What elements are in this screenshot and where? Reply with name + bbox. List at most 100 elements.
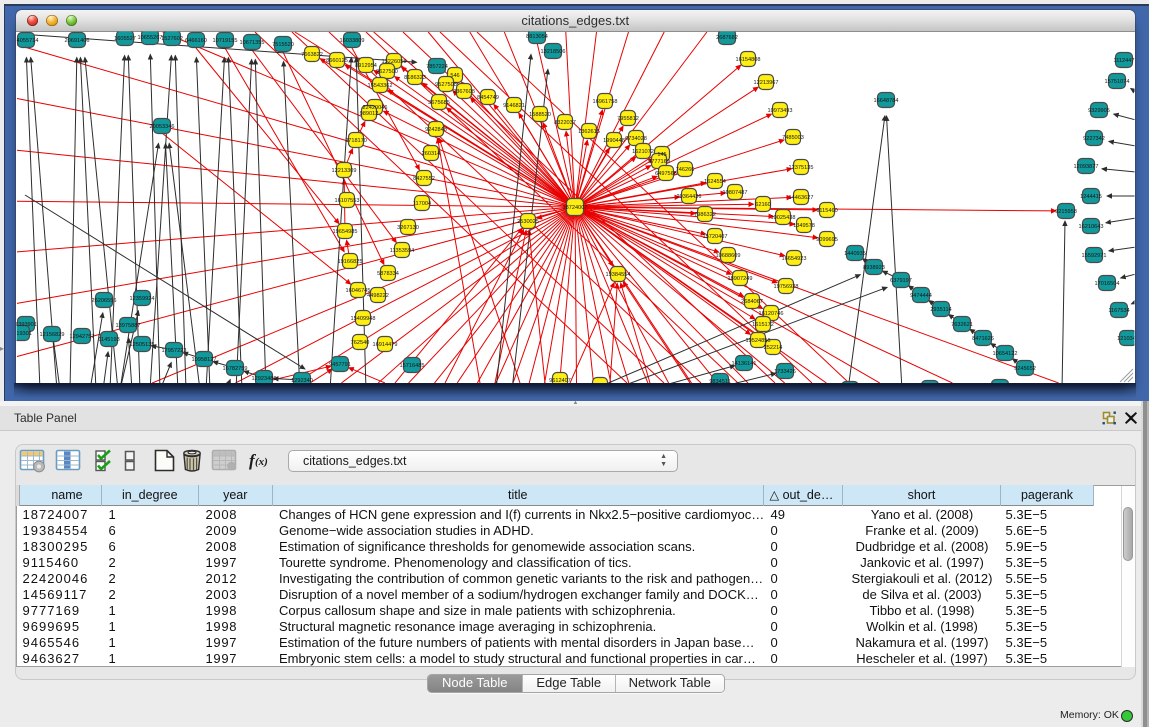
- svg-text:9627500: 9627500: [376, 69, 398, 75]
- svg-text:1349578: 1349578: [793, 223, 815, 229]
- svg-text:26206556: 26206556: [92, 298, 117, 304]
- svg-text:16107553: 16107553: [335, 198, 360, 204]
- svg-text:13226058: 13226058: [382, 59, 407, 65]
- svg-text:20364436: 20364436: [677, 194, 702, 200]
- svg-text:1167534: 1167534: [1108, 308, 1129, 314]
- svg-text:3919301: 3919301: [10, 331, 32, 337]
- svg-text:762540: 762540: [351, 340, 370, 346]
- svg-text:1210345: 1210345: [1117, 336, 1139, 342]
- svg-text:9474444: 9474444: [910, 293, 932, 299]
- svg-text:1440935: 1440935: [844, 251, 866, 257]
- svg-text:16782759: 16782759: [223, 366, 248, 372]
- svg-text:2718170: 2718170: [345, 138, 367, 144]
- svg-text:12923486: 12923486: [252, 376, 277, 382]
- svg-text:13218506: 13218506: [541, 49, 566, 55]
- svg-text:16120746: 16120746: [759, 311, 784, 317]
- svg-text:20691406: 20691406: [65, 38, 90, 44]
- svg-text:13975887: 13975887: [116, 323, 141, 329]
- svg-text:10655267: 10655267: [138, 35, 163, 41]
- svg-text:17016504: 17016504: [1095, 281, 1120, 287]
- svg-text:15716485: 15716485: [400, 363, 425, 369]
- svg-text:9227342: 9227342: [1083, 136, 1105, 142]
- svg-text:62160: 62160: [755, 202, 771, 208]
- svg-text:1393901: 1393901: [15, 322, 37, 328]
- svg-text:16210643: 16210643: [1079, 224, 1104, 230]
- svg-text:6734028: 6734028: [625, 136, 647, 142]
- svg-text:18907249: 18907249: [728, 276, 753, 282]
- svg-text:12359924: 12359924: [130, 296, 155, 302]
- svg-text:7955812: 7955812: [617, 116, 639, 122]
- svg-text:117004: 117004: [413, 201, 431, 207]
- svg-text:18724007: 18724007: [563, 205, 588, 211]
- svg-text:8427552: 8427552: [413, 176, 435, 182]
- svg-text:12505135: 12505135: [130, 342, 155, 348]
- svg-text:9242848: 9242848: [425, 127, 447, 133]
- svg-text:1990448: 1990448: [603, 138, 625, 144]
- svg-text:2935114: 2935114: [930, 307, 951, 313]
- svg-text:19166825: 19166825: [338, 259, 363, 265]
- svg-text:6379197: 6379197: [890, 278, 912, 284]
- svg-text:12093877: 12093877: [1074, 164, 1099, 170]
- svg-text:7485003: 7485003: [782, 135, 804, 141]
- svg-text:9146821: 9146821: [503, 103, 525, 109]
- svg-text:16033809: 16033809: [340, 38, 365, 44]
- svg-text:7663822: 7663822: [301, 52, 323, 58]
- svg-text:6497568: 6497568: [655, 171, 677, 177]
- svg-text:1588520: 1588520: [529, 112, 551, 118]
- svg-text:15592971: 15592971: [1082, 253, 1107, 259]
- svg-text:11353594: 11353594: [390, 248, 414, 254]
- svg-text:14055714: 14055714: [14, 38, 39, 44]
- svg-text:16914479: 16914479: [373, 342, 398, 348]
- svg-text:1615172: 1615172: [752, 322, 774, 328]
- svg-text:1244415: 1244415: [1080, 194, 1102, 200]
- svg-text:3267130: 3267130: [397, 225, 419, 231]
- svg-text:10973493: 10973493: [768, 108, 793, 114]
- svg-text:252214: 252214: [764, 345, 783, 351]
- svg-text:145: 145: [657, 152, 666, 158]
- svg-text:12213309: 12213309: [332, 168, 357, 174]
- svg-text:15409948: 15409948: [351, 316, 376, 322]
- svg-text:19524856: 19524856: [746, 338, 771, 344]
- svg-text:1145193: 1145193: [98, 337, 119, 343]
- svg-text:10025438: 10025438: [771, 215, 796, 221]
- svg-text:9245652: 9245652: [1014, 366, 1036, 372]
- svg-text:5878334: 5878334: [377, 271, 399, 277]
- svg-text:8471626: 8471626: [972, 336, 994, 342]
- svg-text:10654122: 10654122: [993, 351, 1018, 357]
- svg-text:4498222: 4498222: [367, 293, 389, 299]
- svg-text:1112447: 1112447: [1114, 58, 1135, 64]
- svg-text:19384554: 19384554: [606, 272, 631, 278]
- svg-text:19654985: 19654985: [333, 229, 358, 235]
- svg-text:9777169: 9777169: [648, 159, 670, 165]
- svg-text:3675685: 3675685: [428, 100, 450, 106]
- svg-text:15751074: 15751074: [1105, 79, 1130, 85]
- svg-text:1624554: 1624554: [704, 179, 726, 185]
- svg-text:2530025: 2530025: [517, 219, 539, 225]
- svg-text:9115460: 9115460: [816, 208, 837, 214]
- svg-text:9457791: 9457791: [329, 362, 351, 368]
- svg-text:9099695: 9099695: [816, 237, 838, 243]
- svg-text:10807487: 10807487: [723, 190, 748, 196]
- svg-text:1362615: 1362615: [578, 129, 600, 135]
- svg-text:12375135: 12375135: [789, 165, 814, 171]
- svg-text:10671355: 10671355: [240, 40, 265, 46]
- svg-text:10719155: 10719155: [213, 38, 238, 44]
- svg-text:7632621: 7632621: [951, 322, 973, 328]
- svg-text:20053346: 20053346: [150, 124, 175, 130]
- svg-text:8912954: 8912954: [355, 63, 377, 69]
- svg-text:7986322: 7986322: [694, 212, 716, 218]
- svg-text:9329905: 9329905: [1088, 108, 1110, 114]
- svg-text:12213967: 12213967: [754, 80, 779, 86]
- svg-text:16543362: 16543362: [368, 83, 393, 89]
- svg-text:546: 546: [450, 73, 459, 79]
- svg-text:2687682: 2687682: [716, 35, 738, 41]
- svg-text:1621072: 1621072: [632, 149, 654, 155]
- svg-text:16961758: 16961758: [593, 99, 618, 105]
- svg-text:12942757: 12942757: [70, 334, 95, 340]
- svg-text:2684067: 2684067: [741, 299, 763, 305]
- svg-text:260314: 260314: [422, 151, 441, 157]
- svg-text:1605527: 1605527: [114, 36, 136, 42]
- svg-text:8322037: 8322037: [554, 120, 576, 126]
- svg-text:14136141: 14136141: [732, 361, 757, 367]
- svg-text:989012: 989012: [360, 111, 379, 117]
